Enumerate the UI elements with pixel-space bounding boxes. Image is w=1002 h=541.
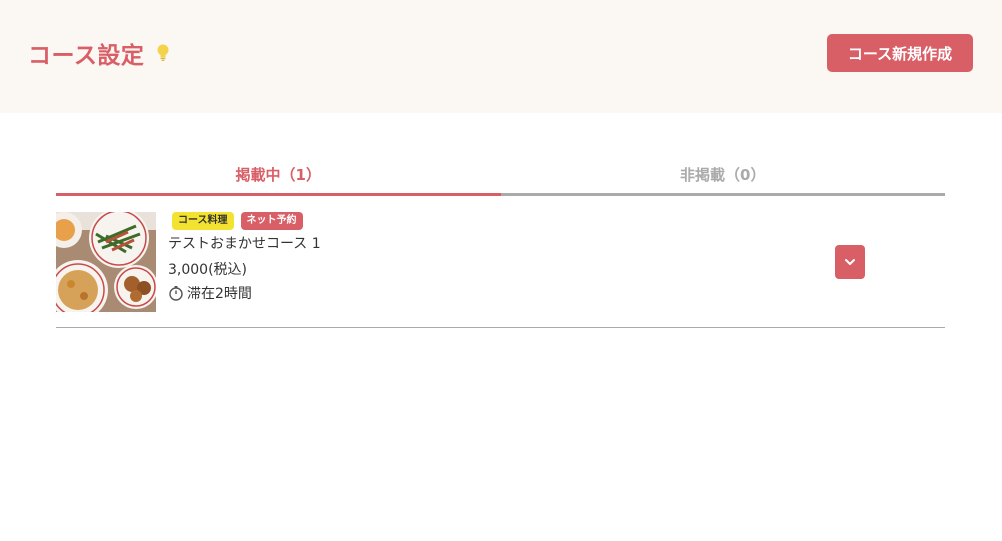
chevron-down-icon <box>844 258 856 266</box>
course-thumbnail <box>56 212 156 312</box>
title-wrap: コース設定 <box>28 36 172 70</box>
course-price: 3,000(税込) <box>168 262 248 278</box>
course-info: コース料理 ネット予約 テストおまかせコース 1 3,000(税込) 滞在2時間 <box>168 212 321 303</box>
lightbulb-icon[interactable] <box>154 43 172 63</box>
badge-list: コース料理 ネット予約 <box>172 212 321 230</box>
page-title: コース設定 <box>28 43 145 69</box>
new-course-button[interactable]: コース新規作成 <box>827 34 973 72</box>
page-header: コース設定 コース新規作成 <box>0 0 1002 113</box>
course-list-item[interactable]: コース料理 ネット予約 テストおまかせコース 1 3,000(税込) 滞在2時間 <box>56 212 945 328</box>
expand-button[interactable] <box>835 245 865 279</box>
clock-icon <box>168 285 184 301</box>
tab-published[interactable]: 掲載中（1） <box>56 158 501 196</box>
course-name: テストおまかせコース 1 <box>168 236 321 252</box>
stay-duration-label: 滞在2時間 <box>187 286 252 302</box>
badge-course-meal: コース料理 <box>172 212 234 230</box>
status-tabs: 掲載中（1） 非掲載（0） <box>56 158 945 196</box>
stay-duration: 滞在2時間 <box>168 283 321 303</box>
tab-unpublished[interactable]: 非掲載（0） <box>500 158 945 196</box>
badge-net-reservation: ネット予約 <box>240 212 303 230</box>
